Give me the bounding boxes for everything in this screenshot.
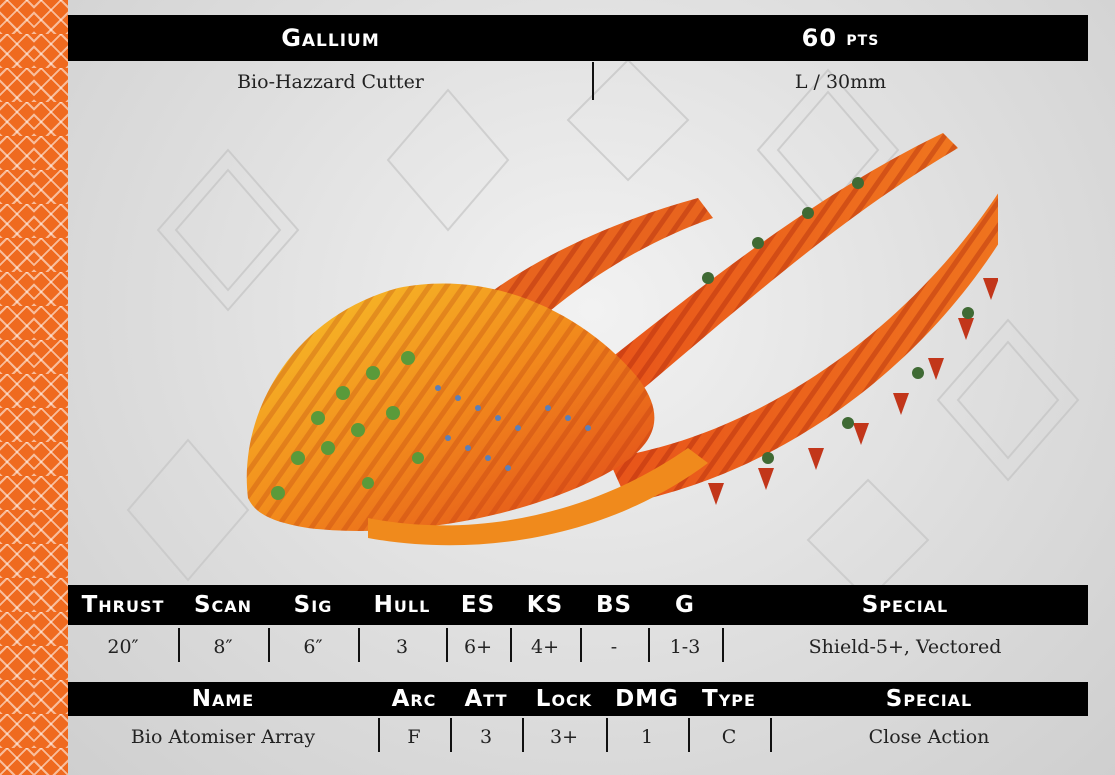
stat-header-thrust: Thrust xyxy=(81,592,165,618)
unit-size: L / 30mm xyxy=(794,71,887,93)
unit-name: Gallium xyxy=(281,24,380,52)
stat-special: Shield-5+, Vectored xyxy=(808,636,1002,658)
weapon-dmg: 1 xyxy=(640,726,654,748)
weapon-header-lock: Lock xyxy=(535,686,593,712)
decorative-side-stripe xyxy=(0,0,68,775)
unit-class: Bio-Hazzard Cutter xyxy=(237,71,424,93)
weapon-lock: 3+ xyxy=(549,726,578,748)
stat-header-scan: Scan xyxy=(193,592,253,618)
weapon-header-att: Att xyxy=(464,686,508,712)
stat-header-es: ES xyxy=(460,592,496,618)
weapon-special: Close Action xyxy=(868,726,990,748)
stat-g: 1-3 xyxy=(669,636,701,658)
stats-header-bar: Thrust Scan Sig Hull ES KS BS G Special xyxy=(68,585,1088,625)
weapon-arc: F xyxy=(407,726,421,748)
stat-header-sig: Sig xyxy=(293,592,333,618)
weapon-name: Bio Atomiser Array xyxy=(130,726,316,748)
weapon-header-dmg: DMG xyxy=(615,686,679,712)
stat-scan: 8″ xyxy=(213,636,233,658)
card-header-bar: Gallium 60 pts xyxy=(68,15,1088,61)
weapons-header-bar: Name Arc Att Lock DMG Type Special xyxy=(68,682,1088,716)
ship-image xyxy=(246,133,998,546)
stat-es: 6+ xyxy=(463,636,492,658)
weapon-type: C xyxy=(721,726,737,748)
stat-sig: 6″ xyxy=(303,636,323,658)
weapon-header-special: Special xyxy=(885,686,973,712)
weapon-header-arc: Arc xyxy=(391,686,437,712)
stat-header-g: G xyxy=(675,592,695,618)
stat-header-special: Special xyxy=(861,592,949,618)
weapon-header-type: Type xyxy=(702,686,756,712)
points-unit: pts xyxy=(846,26,880,50)
points-value: 60 xyxy=(801,24,838,52)
unit-card: Gallium 60 pts Bio-Hazzard Cutter L / 30… xyxy=(68,0,1115,775)
stat-header-bs: BS xyxy=(595,592,633,618)
stat-ks: 4+ xyxy=(530,636,559,658)
stat-header-hull: Hull xyxy=(373,592,431,618)
weapon-header-name: Name xyxy=(191,686,255,712)
weapon-att: 3 xyxy=(479,726,493,748)
stat-bs: - xyxy=(610,636,618,658)
stat-hull: 3 xyxy=(395,636,409,658)
stat-header-ks: KS xyxy=(526,592,564,618)
stat-thrust: 20″ xyxy=(107,636,139,658)
unit-points: 60 pts xyxy=(593,15,1088,61)
